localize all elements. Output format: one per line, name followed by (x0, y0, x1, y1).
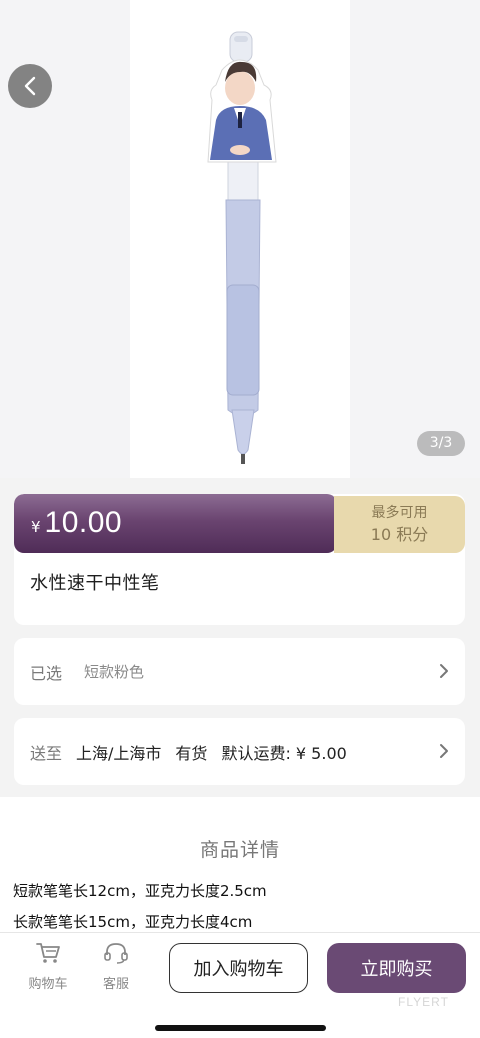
chevron-right-icon (440, 664, 448, 678)
product-image (207, 31, 277, 464)
price-bar: ¥ 10.00 (14, 494, 337, 553)
price-amount: 10.00 (44, 506, 123, 539)
product-image-gallery[interactable]: 3/3 (0, 0, 480, 478)
watermark: FLYERT (398, 995, 449, 1009)
buy-now-button[interactable]: 立即购买 (327, 943, 466, 993)
headset-icon (104, 943, 128, 964)
add-to-cart-button[interactable]: 加入购物车 (169, 943, 308, 993)
selected-label: 已选 (30, 663, 63, 683)
service-tab-label: 客服 (102, 977, 129, 992)
chevron-right-icon (440, 744, 448, 758)
stock-status: 有货 (175, 743, 208, 763)
selected-option-row[interactable]: 已选 短款粉色 (14, 638, 465, 705)
customer-service-tab[interactable]: 客服 (86, 941, 146, 992)
shipping-location: 上海/上海市 (76, 743, 162, 763)
details-line: 短款笔笔长12cm，亚克力长度2.5cm (13, 882, 267, 900)
points-label: 最多可用 (371, 504, 428, 521)
product-details-section: 商品详情 短款笔笔长12cm，亚克力长度2.5cm 长款笔笔长15cm，亚克力长… (0, 797, 480, 937)
shipping-fee: 默认运费: ¥ 5.00 (221, 743, 347, 763)
cart-tab[interactable]: 购物车 (18, 941, 78, 992)
image-counter: 3/3 (417, 431, 465, 456)
details-title: 商品详情 (199, 839, 280, 861)
points-value: 10 积分 (370, 524, 429, 544)
product-title: 水性速干中性笔 (30, 573, 160, 594)
cart-icon (36, 943, 60, 963)
currency-symbol: ¥ (31, 518, 41, 536)
cart-tab-label: 购物车 (28, 977, 68, 992)
selected-value: 短款粉色 (84, 663, 145, 681)
shipping-label: 送至 (30, 743, 63, 763)
shipping-row[interactable]: 送至 上海/上海市 有货 默认运费: ¥ 5.00 (14, 718, 465, 785)
details-line: 长款笔笔长15cm，亚克力长度4cm (13, 913, 253, 931)
chevron-left-icon (24, 76, 36, 96)
points-badge: 最多可用 10 积分 (334, 496, 465, 553)
price-card: ¥ 10.00 最多可用 10 积分 水性速干中性笔 (14, 494, 465, 625)
back-button[interactable] (8, 64, 52, 108)
home-indicator (155, 1025, 326, 1031)
bottom-action-bar: 购物车 客服 加入购物车 立即购买 FLYERT (0, 932, 480, 1038)
